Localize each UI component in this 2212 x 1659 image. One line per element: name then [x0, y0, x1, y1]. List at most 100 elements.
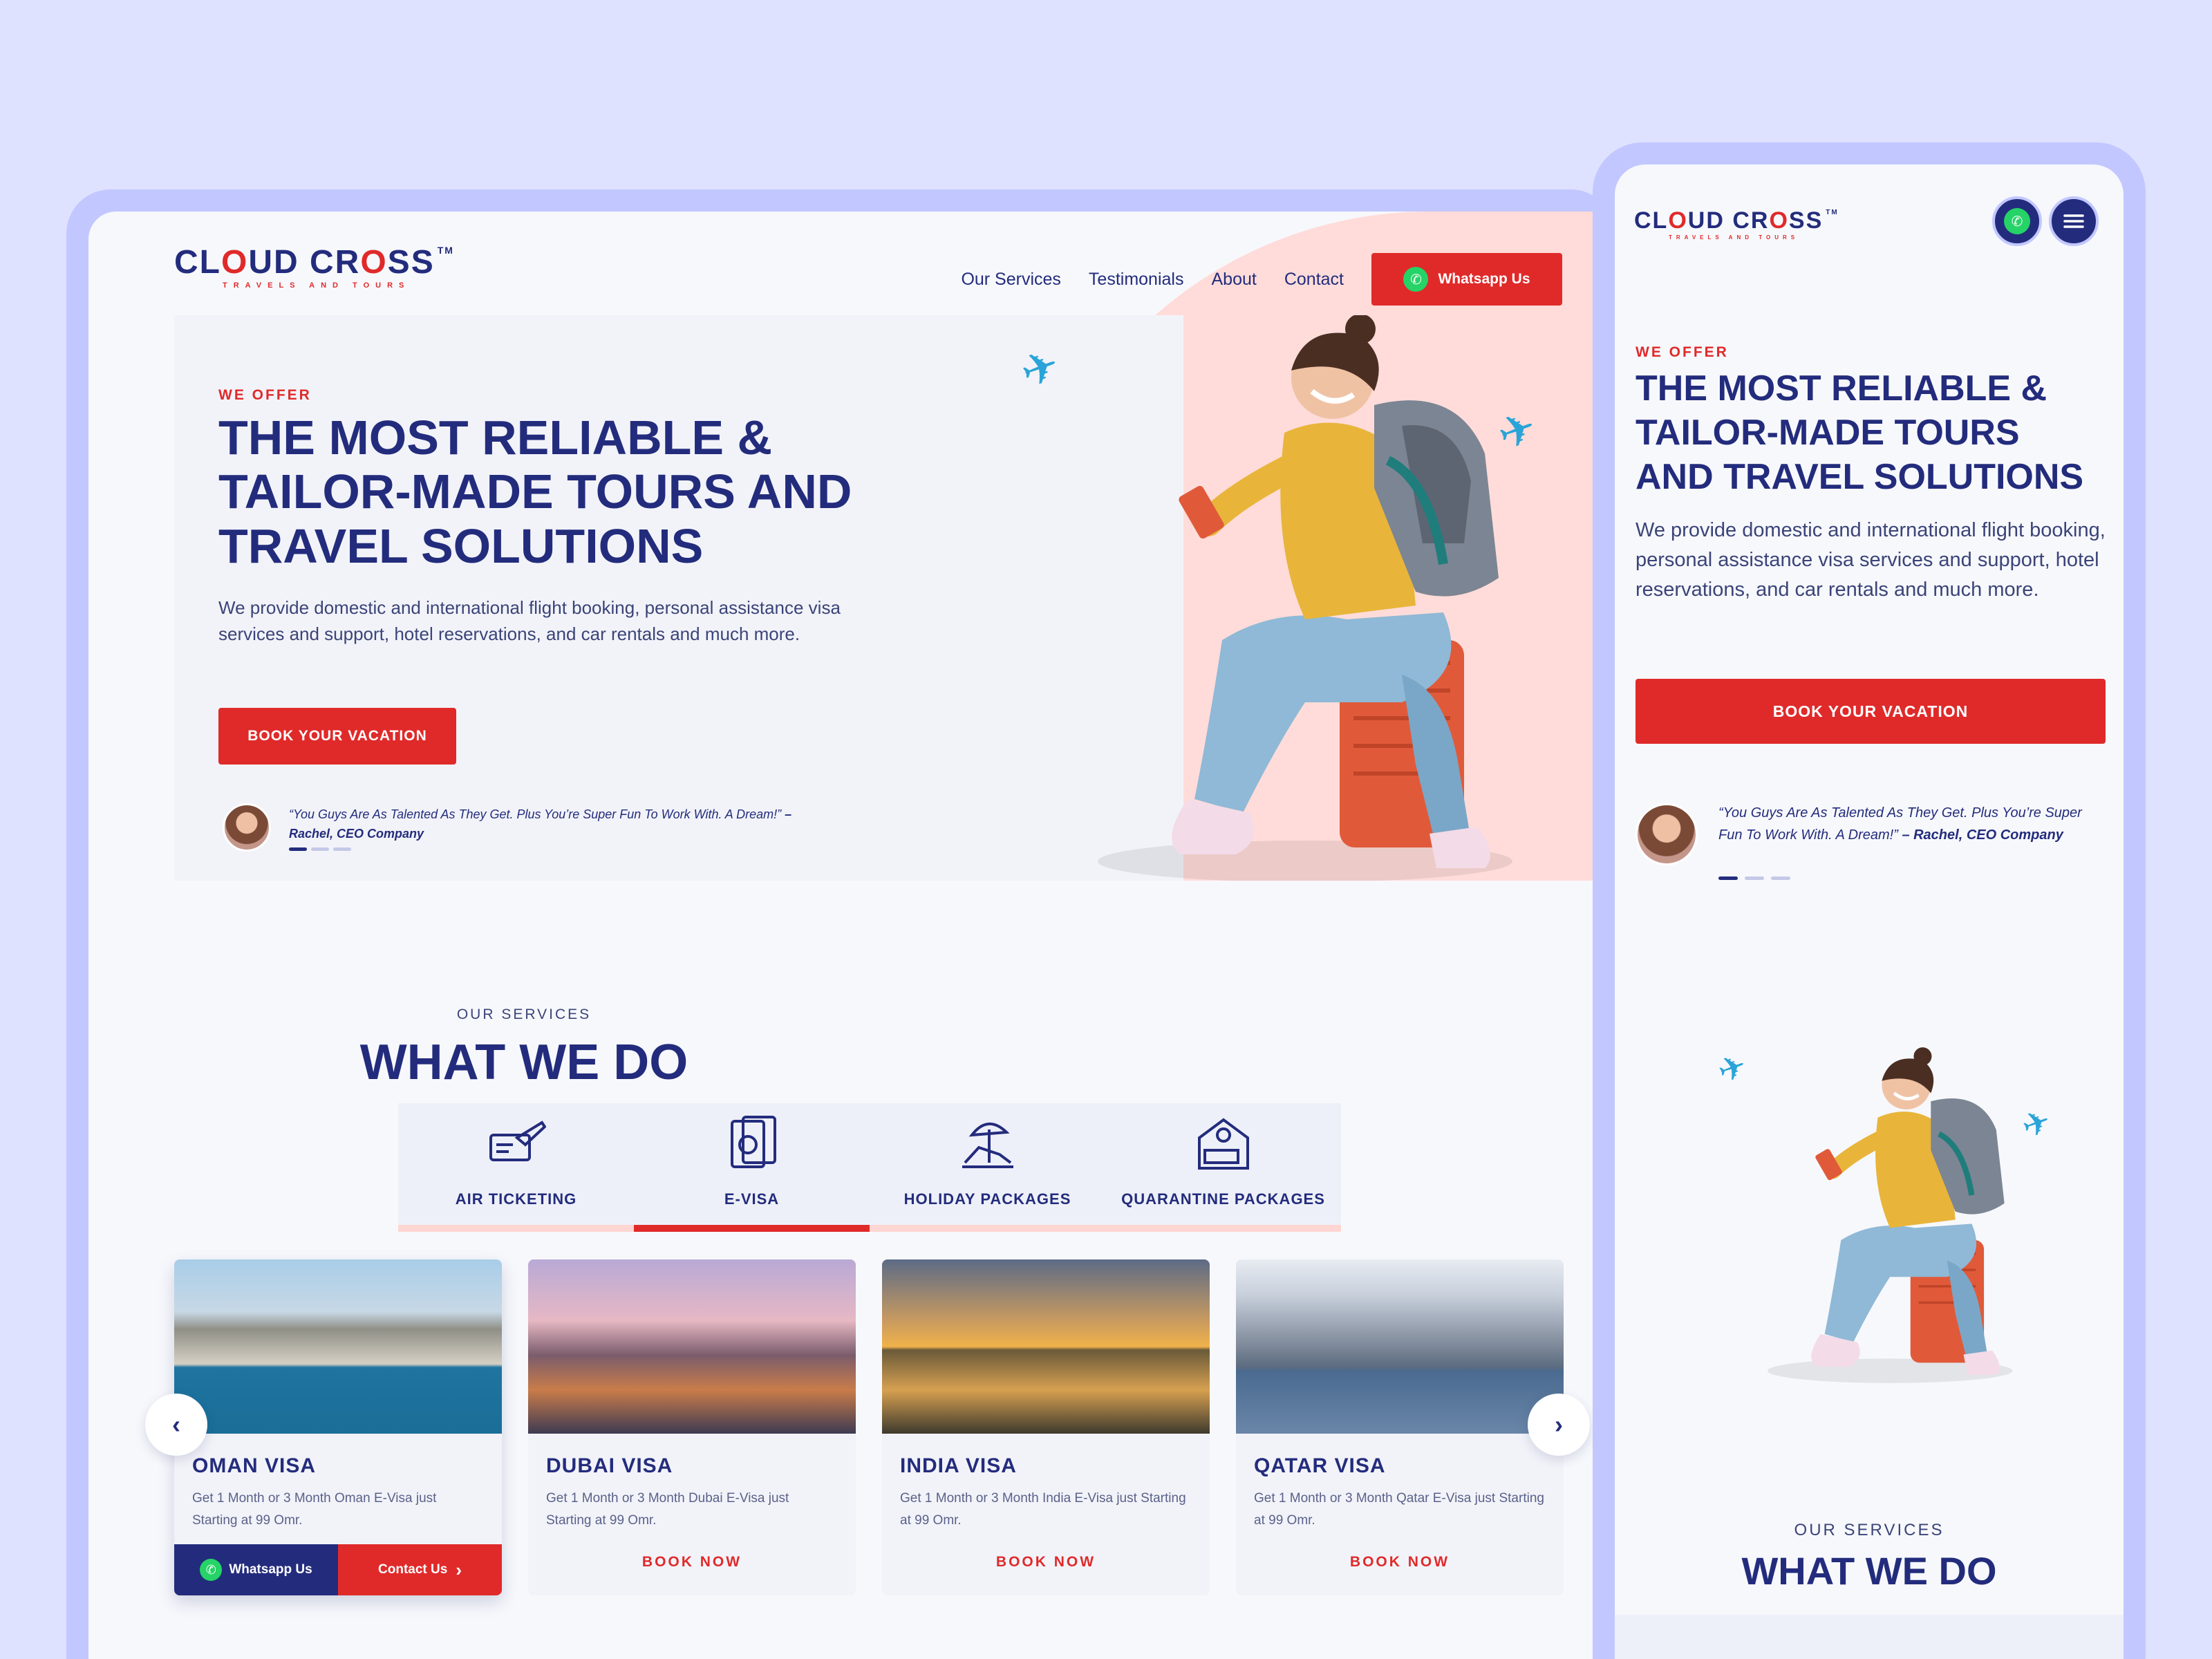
- card-actions: ✆ Whatsapp Us Contact Us ›: [174, 1544, 502, 1595]
- chevron-left-icon: ‹: [172, 1410, 180, 1438]
- card-description: Get 1 Month or 3 Month Dubai E-Visa just…: [546, 1491, 789, 1528]
- tab-label: E-VISA: [724, 1190, 780, 1208]
- nav-about[interactable]: About: [1211, 270, 1256, 290]
- mobile-whatsapp-button[interactable]: ✆: [1992, 196, 2042, 246]
- visa-card-dubai[interactable]: DUBAI VISA Get 1 Month or 3 Month Dubai …: [528, 1259, 856, 1595]
- whatsapp-icon: ✆: [2004, 208, 2030, 234]
- pagination-dot[interactable]: [1718, 877, 1738, 880]
- mobile-page: CL O UD CR O SS TM TRAVELS AND TOURS ✆ WE OFF…: [1615, 165, 2124, 1659]
- testimonial-avatar: [1635, 803, 1698, 865]
- card-contact-label: Contact Us: [378, 1562, 448, 1577]
- traveller-image: [1098, 314, 1512, 882]
- pagination-dot[interactable]: [1771, 877, 1790, 880]
- mobile-menu-button[interactable]: [2049, 196, 2099, 246]
- qatar-photo: [1236, 1259, 1564, 1434]
- brand-logo[interactable]: CL O UD CR O SS TM TRAVELS AND TOURS: [1634, 207, 1839, 241]
- card-whatsapp-label: Whatsapp Us: [229, 1562, 312, 1577]
- hero-headline-line: TRAVEL SOLUTIONS: [218, 518, 704, 573]
- card-description: Get 1 Month or 3 Month Qatar E-Visa just…: [1254, 1491, 1544, 1528]
- visa-card-qatar[interactable]: QATAR VISA Get 1 Month or 3 Month Qatar …: [1236, 1259, 1564, 1595]
- card-description: Get 1 Month or 3 Month India E-Visa just…: [900, 1491, 1186, 1528]
- carousel-prev-button[interactable]: ‹: [145, 1394, 207, 1456]
- tab-holiday-packages[interactable]: HOLIDAY PACKAGES: [870, 1103, 1105, 1232]
- testimonial: “You Guys Are As Talented As They Get. P…: [1718, 802, 2106, 846]
- testimonial-avatar: [223, 803, 271, 852]
- testimonial-pagination: [1718, 877, 1790, 880]
- book-vacation-button[interactable]: BOOK YOUR VACATION: [218, 708, 456, 765]
- hero-headline-line: THE MOST RELIABLE &: [1635, 368, 2047, 409]
- tab-label: QUARANTINE PACKAGES: [1121, 1190, 1325, 1208]
- book-now-link[interactable]: BOOK NOW: [1236, 1554, 1564, 1571]
- whatsapp-icon: ✆: [1403, 267, 1429, 292]
- card-title: QATAR VISA: [1254, 1454, 1386, 1477]
- whatsapp-button-label: Whatsapp Us: [1438, 271, 1530, 287]
- tab-quarantine-packages[interactable]: QUARANTINE PACKAGES: [1105, 1103, 1341, 1232]
- logo-plane-o: O: [360, 244, 388, 281]
- logo-text: SS: [387, 244, 435, 281]
- service-tabs: AIR TICKETING E-VISA HOLIDAY PACKAGES QU…: [398, 1103, 1341, 1232]
- chevron-right-icon: ›: [1555, 1410, 1563, 1438]
- hero-headline: THE MOST RELIABLE & TAILOR-MADE TOURS AN…: [218, 411, 852, 573]
- logo-plane-o: O: [221, 244, 249, 281]
- nav-testimonials[interactable]: Testimonials: [1089, 270, 1184, 290]
- services-title: WHAT WE DO: [359, 1035, 688, 1090]
- hero-headline-line: TAILOR-MADE TOURS: [1635, 413, 2020, 453]
- logo-text: UD CR: [248, 244, 361, 281]
- nav-contact[interactable]: Contact: [1284, 270, 1344, 290]
- chevron-right-icon: ›: [456, 1559, 462, 1580]
- logo-text: CL: [174, 244, 221, 281]
- passport-icon: [730, 1116, 776, 1168]
- card-contact-button[interactable]: Contact Us ›: [338, 1544, 502, 1595]
- logo-tagline: TRAVELS AND TOURS: [223, 281, 411, 290]
- hero-headline-line: THE MOST RELIABLE &: [218, 411, 773, 465]
- book-now-link[interactable]: BOOK NOW: [882, 1554, 1210, 1571]
- pagination-dot[interactable]: [311, 847, 329, 851]
- visa-card-india[interactable]: INDIA VISA Get 1 Month or 3 Month India …: [882, 1259, 1210, 1595]
- hero-headline-line: TAILOR-MADE TOURS AND: [218, 465, 852, 519]
- hamburger-menu-icon: [2063, 214, 2084, 228]
- hero-description: We provide domestic and international fl…: [218, 597, 841, 644]
- services-title: WHAT WE DO: [1741, 1549, 1997, 1593]
- dubai-photo: [528, 1259, 856, 1434]
- card-whatsapp-button[interactable]: ✆ Whatsapp Us: [174, 1544, 338, 1595]
- whatsapp-button[interactable]: ✆ Whatsapp Us: [1371, 253, 1562, 306]
- book-now-link[interactable]: BOOK NOW: [528, 1554, 856, 1571]
- pagination-dot[interactable]: [289, 847, 307, 851]
- logo-text: UD CR: [1687, 207, 1770, 234]
- nav-our-services[interactable]: Our Services: [961, 270, 1060, 290]
- tab-e-visa[interactable]: E-VISA: [634, 1103, 870, 1232]
- visa-cards: OMAN VISA Get 1 Month or 3 Month Oman E-…: [174, 1259, 1564, 1595]
- visa-card-oman[interactable]: OMAN VISA Get 1 Month or 3 Month Oman E-…: [174, 1259, 502, 1595]
- tab-label: HOLIDAY PACKAGES: [903, 1190, 1071, 1208]
- testimonial-pagination: [289, 847, 351, 851]
- carousel-next-button[interactable]: ›: [1528, 1394, 1590, 1456]
- logo-text: SS: [1788, 207, 1824, 234]
- pagination-dot[interactable]: [1745, 877, 1764, 880]
- logo-plane-o: O: [1668, 207, 1688, 234]
- hero-headline-line: AND TRAVEL SOLUTIONS: [1635, 457, 2084, 497]
- card-title: DUBAI VISA: [546, 1454, 673, 1477]
- airplane-ticket-icon: [489, 1121, 546, 1161]
- india-photo: [882, 1259, 1210, 1434]
- logo-plane-o: O: [1769, 207, 1789, 234]
- desktop-page: CL O UD CR O SS TM TRAVELS AND TOURS Our Serv…: [88, 212, 1593, 1659]
- services-label: OUR SERVICES: [1794, 1521, 1944, 1539]
- main-nav: Our Services Testimonials About Contact …: [961, 253, 1562, 306]
- hotel-bed-icon: [1197, 1118, 1249, 1170]
- testimonial-author: – Rachel, CEO Company: [1902, 827, 2063, 843]
- logo-tagline: TRAVELS AND TOURS: [1669, 234, 1799, 241]
- logo-trademark: TM: [437, 244, 454, 256]
- tab-label: AIR TICKETING: [455, 1190, 577, 1208]
- logo-trademark: TM: [1826, 209, 1839, 216]
- traveller-illustration: ✈ ✈: [1014, 314, 1593, 882]
- oman-photo: [174, 1259, 502, 1434]
- services-label: OUR SERVICES: [456, 1006, 592, 1022]
- tab-air-ticketing[interactable]: AIR TICKETING: [398, 1103, 634, 1232]
- brand-logo[interactable]: CL O UD CR O SS TM TRAVELS AND TOURS: [174, 243, 454, 290]
- traveller-illustration: ✈ ✈: [1713, 939, 2078, 1492]
- hero-headline: THE MOST RELIABLE & TAILOR-MADE TOURS AN…: [1635, 366, 2083, 499]
- pagination-dot[interactable]: [333, 847, 351, 851]
- book-vacation-button[interactable]: BOOK YOUR VACATION: [1635, 679, 2106, 744]
- beach-chair-icon: [962, 1122, 1013, 1168]
- card-title: OMAN VISA: [192, 1454, 317, 1477]
